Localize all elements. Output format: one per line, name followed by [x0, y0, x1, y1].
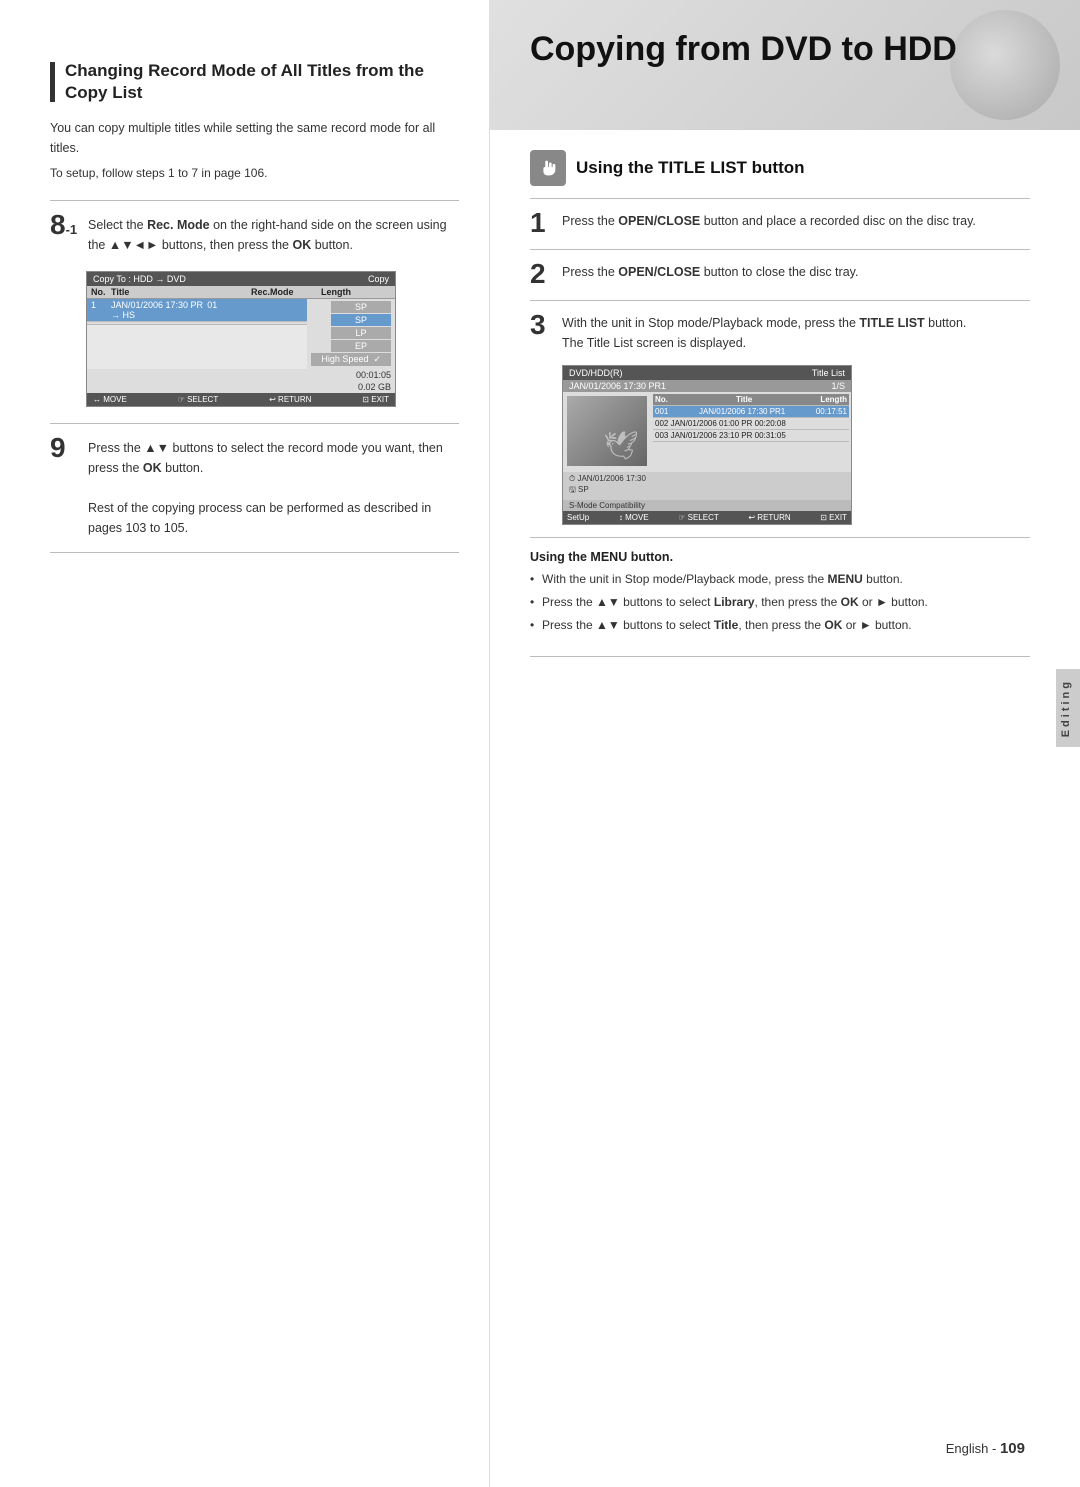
- right-divider-5: [530, 656, 1030, 657]
- sc-left-empty-row: [87, 322, 307, 325]
- sc-right-info: ⏱ JAN/01/2006 17:30 🖫 SP: [563, 472, 851, 500]
- divider-1: [50, 200, 459, 201]
- step-8: 8-1 Select the Rec. Mode on the right-ha…: [50, 215, 459, 255]
- sc-footer-left: ↔ MOVE ☞ SELECT ↩ RETURN ⊡ EXIT: [87, 393, 395, 406]
- title-bar-decoration: [50, 62, 55, 102]
- sc-right-header: DVD/HDD(R) Title List: [563, 366, 851, 380]
- right-header: Copying from DVD to HDD: [490, 0, 1080, 130]
- right-step-3-content: With the unit in Stop mode/Playback mode…: [562, 313, 1030, 353]
- left-panel: Changing Record Mode of All Titles from …: [0, 0, 490, 1487]
- sc-right-list-header: No. Title Length: [653, 394, 849, 406]
- sc-right-list-row-1: 001 JAN/01/2006 17:30 PR1 00:17:51: [653, 406, 849, 418]
- sc-left-header: Copy To : HDD → DVD Copy: [87, 272, 395, 286]
- right-step-2-number: 2: [530, 260, 562, 288]
- right-divider-4: [530, 537, 1030, 538]
- right-step-2: 2 Press the OPEN/CLOSE button to close t…: [530, 262, 1030, 288]
- page-number: English - 109: [946, 1440, 1025, 1457]
- menu-bullet-2: Press the ▲▼ buttons to select Library, …: [530, 593, 1030, 612]
- setup-text: To setup, follow steps 1 to 7 in page 10…: [50, 166, 459, 180]
- step-8-number: 8-1: [50, 211, 86, 239]
- step-9-content: Press the ▲▼ buttons to select the recor…: [88, 438, 459, 538]
- step-8-content: Select the Rec. Mode on the right-hand s…: [88, 215, 459, 255]
- sc-option-sp1: SP: [331, 301, 391, 313]
- sc-size-row: 0.02 GB: [87, 381, 395, 393]
- body-text: You can copy multiple titles while setti…: [50, 118, 459, 158]
- right-step-3-number: 3: [530, 311, 562, 339]
- editing-tab-text: Editing: [1060, 679, 1072, 737]
- sc-option-sp2: SP: [331, 314, 391, 326]
- sc-right-footer: SetUp ↕ MOVE ☞ SELECT ↩ RETURN ⊡ EXIT: [563, 511, 851, 524]
- divider-3: [50, 552, 459, 553]
- menu-button-title: Using the MENU button.: [530, 550, 1030, 564]
- right-step-2-content: Press the OPEN/CLOSE button to close the…: [562, 262, 1030, 282]
- right-divider-3: [530, 300, 1030, 301]
- editing-tab: Editing: [1056, 669, 1080, 747]
- step-9-number: 9: [50, 434, 86, 462]
- sc-right-compat: S-Mode Compatibility: [563, 500, 851, 511]
- sc-right-list-row-2: 002 JAN/01/2006 01:00 PR 00:20:08: [653, 418, 849, 430]
- sc-left-row: 1 JAN/01/2006 17:30 PR → HS 01: [87, 299, 307, 322]
- right-step-3: 3 With the unit in Stop mode/Playback mo…: [530, 313, 1030, 353]
- sc-right-list-row-3: 003 JAN/01/2006 23:10 PR 00:31:05: [653, 430, 849, 442]
- sc-right-thumbnail: 🕊: [567, 396, 647, 466]
- page-title: Copying from DVD to HDD: [530, 30, 1040, 69]
- hand-svg: [537, 157, 559, 179]
- screenshot-right: DVD/HDD(R) Title List JAN/01/2006 17:30 …: [562, 365, 852, 525]
- sc-time-row: 00:01:05: [87, 369, 395, 381]
- sc-left-table-header: No. Title Rec.Mode Length: [87, 286, 395, 299]
- divider-2: [50, 423, 459, 424]
- hand-icon: [530, 150, 566, 186]
- sc-option-ep: EP: [331, 340, 391, 352]
- section-title: Changing Record Mode of All Titles from …: [65, 60, 459, 104]
- right-step-1: 1 Press the OPEN/CLOSE button and place …: [530, 211, 1030, 237]
- sc-left-body: 1 JAN/01/2006 17:30 PR → HS 01 SP SP: [87, 299, 395, 369]
- sc-right-subheader: JAN/01/2006 17:30 PR1 1/S: [563, 380, 851, 392]
- right-step-1-number: 1: [530, 209, 562, 237]
- menu-button-section: Using the MENU button. With the unit in …: [530, 550, 1030, 636]
- right-divider-2: [530, 249, 1030, 250]
- right-divider-1: [530, 198, 1030, 199]
- section-title-block: Changing Record Mode of All Titles from …: [50, 60, 459, 104]
- right-content: Using the TITLE LIST button 1 Press the …: [490, 130, 1080, 689]
- right-step-1-content: Press the OPEN/CLOSE button and place a …: [562, 211, 1030, 231]
- sc-option-lp: LP: [331, 327, 391, 339]
- right-panel: Copying from DVD to HDD Using the TITLE …: [490, 0, 1080, 1487]
- menu-bullet-1: With the unit in Stop mode/Playback mode…: [530, 570, 1030, 589]
- sc-right-list: No. Title Length 001 JAN/01/2006 17:30 P…: [651, 392, 851, 472]
- sc-left-options: SP SP LP EP High Speed ✓: [307, 299, 395, 369]
- sc-right-body: 🕊 No. Title Length 001 JAN/01/2006 17:30…: [563, 392, 851, 472]
- icon-step-title: Using the TITLE LIST button: [576, 158, 805, 178]
- icon-step-header: Using the TITLE LIST button: [530, 150, 1030, 186]
- step-9: 9 Press the ▲▼ buttons to select the rec…: [50, 438, 459, 538]
- screenshot-left: Copy To : HDD → DVD Copy No. Title Rec.M…: [86, 271, 396, 407]
- sc-option-highspeed: High Speed ✓: [311, 353, 391, 366]
- menu-bullet-3: Press the ▲▼ buttons to select Title, th…: [530, 616, 1030, 635]
